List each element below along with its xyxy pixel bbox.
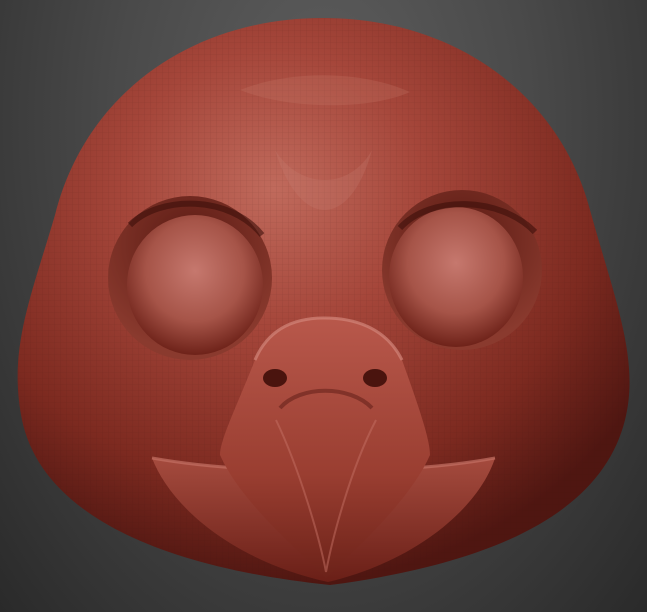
left-nostril: [263, 369, 287, 387]
viewport-canvas[interactable]: [0, 0, 647, 612]
sculpted-bird-head-icon[interactable]: [0, 0, 647, 612]
right-nostril: [363, 369, 387, 387]
